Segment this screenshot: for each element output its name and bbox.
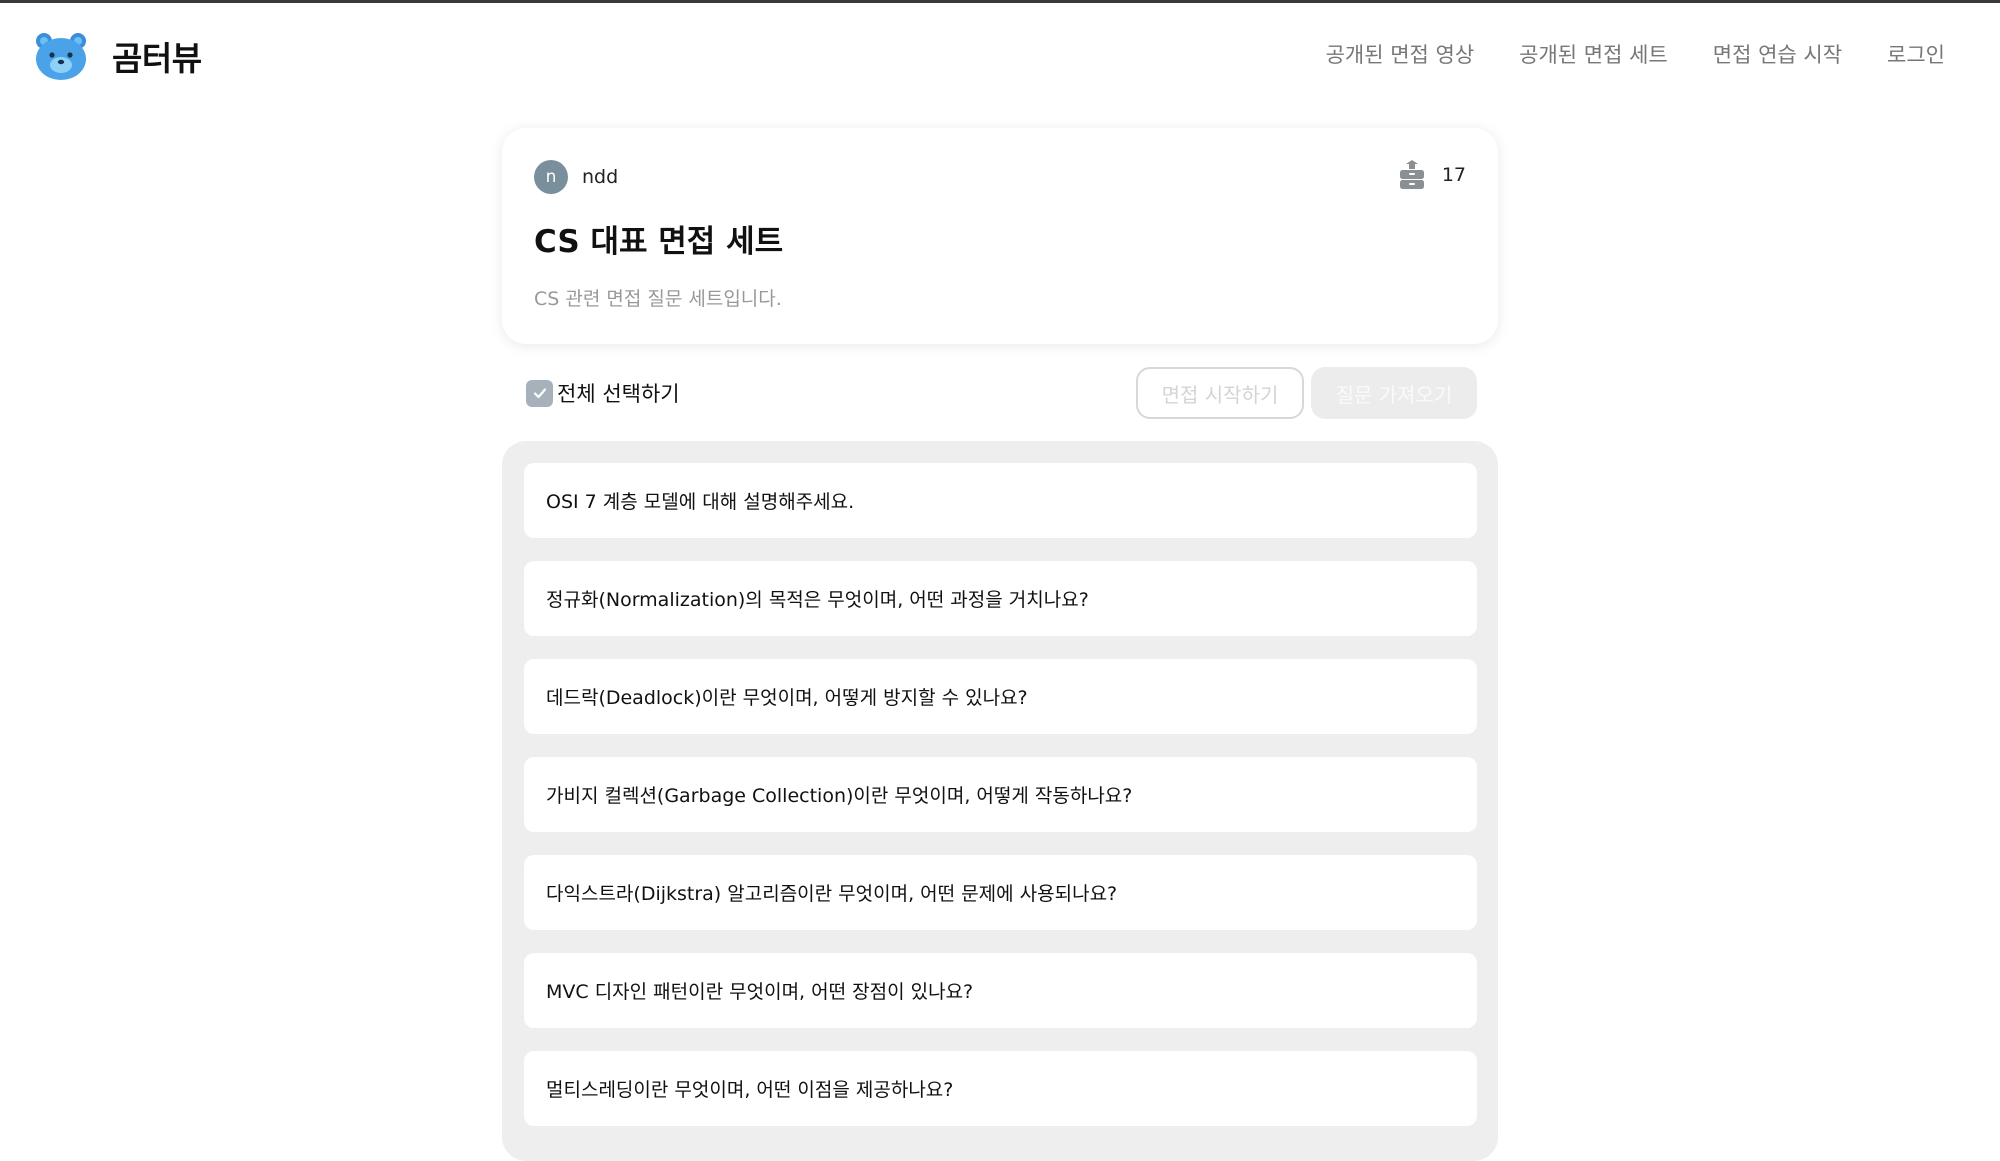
author-name: ndd — [582, 166, 619, 188]
bear-logo-icon — [36, 33, 86, 80]
start-interview-button[interactable]: 면접 시작하기 — [1136, 367, 1304, 419]
set-description: CS 관련 면접 질문 세트입니다. — [534, 288, 782, 310]
question-item[interactable]: OSI 7 계층 모델에 대해 설명해주세요. — [524, 463, 1477, 538]
question-item[interactable]: 데드락(Deadlock)이란 무엇이며, 어떻게 방지할 수 있나요? — [524, 659, 1477, 734]
select-all-label: 전체 선택하기 — [557, 382, 680, 406]
set-title: CS 대표 면접 세트 — [534, 224, 784, 260]
nav-login[interactable]: 로그인 — [1887, 39, 1945, 69]
question-item[interactable]: MVC 디자인 패턴이란 무엇이며, 어떤 장점이 있나요? — [524, 953, 1477, 1028]
import-questions-button[interactable]: 질문 가져오기 — [1311, 367, 1477, 419]
question-item[interactable]: 멀티스레딩이란 무엇이며, 어떤 이점을 제공하나요? — [524, 1051, 1477, 1126]
select-all-checkbox[interactable] — [526, 379, 553, 407]
save-count: 17 — [1441, 164, 1466, 186]
nav-public-videos[interactable]: 공개된 면접 영상 — [1326, 39, 1475, 69]
site-header: 곰터뷰 공개된 면접 영상 공개된 면접 세트 면접 연습 시작 로그인 — [0, 3, 2000, 103]
question-list: OSI 7 계층 모델에 대해 설명해주세요. 정규화(Normalizatio… — [502, 441, 1498, 1161]
set-info-card: n ndd 17 CS 대표 면접 세트 CS 관련 면접 질문 세트입니다. — [502, 128, 1498, 344]
select-all-toggle[interactable]: 전체 선택하기 — [526, 378, 680, 408]
logo-text: 곰터뷰 — [112, 39, 202, 78]
nav-public-sets[interactable]: 공개된 면접 세트 — [1519, 39, 1668, 69]
save-counter[interactable]: 17 — [1398, 160, 1466, 190]
question-item[interactable]: 다익스트라(Dijkstra) 알고리즘이란 무엇이며, 어떤 문제에 사용되나… — [524, 855, 1477, 930]
question-item[interactable]: 가비지 컬렉션(Garbage Collection)이란 무엇이며, 어떻게 … — [524, 757, 1477, 832]
main-nav: 공개된 면접 영상 공개된 면접 세트 면접 연습 시작 로그인 — [1281, 39, 1945, 69]
nav-start-practice[interactable]: 면접 연습 시작 — [1713, 39, 1842, 69]
archive-box-icon — [1399, 160, 1424, 189]
author-info: n ndd — [534, 160, 618, 194]
logo-link[interactable]: 곰터뷰 — [34, 31, 202, 81]
check-icon — [533, 388, 546, 399]
avatar: n — [534, 160, 568, 194]
question-item[interactable]: 정규화(Normalization)의 목적은 무엇이며, 어떤 과정을 거치나… — [524, 561, 1477, 636]
